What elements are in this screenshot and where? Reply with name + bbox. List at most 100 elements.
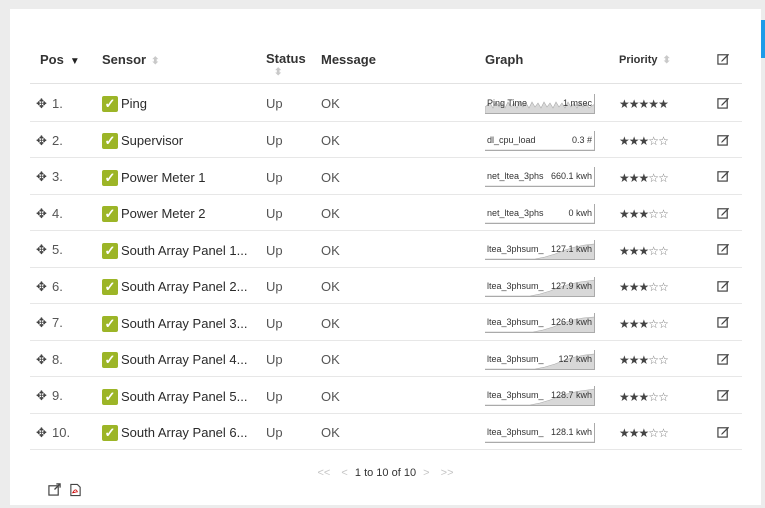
star-filled-icon[interactable]: ★	[639, 426, 650, 440]
priority-stars[interactable]: ★★★☆☆	[619, 317, 669, 331]
move-icon[interactable]: ✥	[36, 96, 48, 112]
star-empty-icon[interactable]: ☆	[658, 390, 669, 404]
sensor-name[interactable]: South Array Panel 2...	[121, 280, 247, 295]
table-row[interactable]: ✥ 4. ✓ Power Meter 2 Up OK net_ltea_3phs 0 kwh ★…	[30, 194, 742, 231]
star-filled-icon[interactable]: ★	[619, 171, 630, 185]
edit-icon[interactable]	[717, 242, 730, 255]
star-filled-icon[interactable]: ★	[619, 244, 630, 258]
move-icon[interactable]: ✥	[36, 206, 48, 222]
star-filled-icon[interactable]: ★	[619, 207, 630, 221]
move-icon[interactable]: ✥	[36, 133, 48, 149]
sensor-cell[interactable]: ✓ Supervisor	[102, 121, 266, 158]
star-filled-icon[interactable]: ★	[639, 390, 650, 404]
star-filled-icon[interactable]: ★	[619, 426, 630, 440]
star-filled-icon[interactable]: ★	[619, 134, 630, 148]
star-empty-icon[interactable]: ☆	[658, 134, 669, 148]
priority-stars[interactable]: ★★★☆☆	[619, 426, 669, 440]
sensor-cell[interactable]: ✓ South Array Panel 3...	[102, 303, 266, 341]
sensor-name[interactable]: South Array Panel 5...	[121, 389, 247, 404]
star-empty-icon[interactable]: ☆	[648, 353, 659, 367]
star-filled-icon[interactable]: ★	[639, 244, 650, 258]
column-sensor[interactable]: Sensor ⬍	[102, 39, 266, 84]
star-empty-icon[interactable]: ☆	[648, 207, 659, 221]
star-filled-icon[interactable]: ★	[648, 97, 659, 111]
sensor-cell[interactable]: ✓ South Array Panel 5...	[102, 376, 266, 414]
edit-icon[interactable]	[717, 133, 730, 146]
sensor-name[interactable]: Supervisor	[121, 134, 183, 149]
star-empty-icon[interactable]: ☆	[658, 171, 669, 185]
sensor-cell[interactable]: ✓ Power Meter 2	[102, 194, 266, 231]
table-row[interactable]: ✥ 7. ✓ South Array Panel 3... Up OK ltea_3phsu…	[30, 303, 742, 341]
move-icon[interactable]: ✥	[36, 388, 48, 404]
star-empty-icon[interactable]: ☆	[648, 171, 659, 185]
priority-stars[interactable]: ★★★★★	[619, 97, 669, 111]
priority-stars[interactable]: ★★★☆☆	[619, 134, 669, 148]
mini-graph[interactable]: net_ltea_3phs 0 kwh	[485, 203, 595, 224]
edit-icon[interactable]	[717, 52, 730, 65]
star-filled-icon[interactable]: ★	[619, 97, 630, 111]
mini-graph[interactable]: ltea_3phsum_ 127.9 kwh	[485, 276, 595, 297]
star-filled-icon[interactable]: ★	[619, 280, 630, 294]
column-priority[interactable]: Priority ⬍	[619, 39, 705, 84]
edit-icon[interactable]	[717, 206, 730, 219]
priority-stars[interactable]: ★★★☆☆	[619, 390, 669, 404]
star-filled-icon[interactable]: ★	[639, 353, 650, 367]
star-filled-icon[interactable]: ★	[629, 134, 640, 148]
star-filled-icon[interactable]: ★	[658, 97, 669, 111]
sensor-cell[interactable]: ✓ South Array Panel 2...	[102, 267, 266, 304]
star-empty-icon[interactable]: ☆	[658, 280, 669, 294]
mini-graph[interactable]: ltea_3phsum_ 127 kwh	[485, 349, 595, 370]
sensor-name[interactable]: Power Meter 1	[121, 170, 206, 185]
star-filled-icon[interactable]: ★	[639, 134, 650, 148]
star-filled-icon[interactable]: ★	[629, 97, 640, 111]
sensor-cell[interactable]: ✓ South Array Panel 6...	[102, 413, 266, 450]
table-row[interactable]: ✥ 2. ✓ Supervisor Up OK dl_cpu_load 0.3 # ★★★☆☆	[30, 121, 742, 158]
star-empty-icon[interactable]: ☆	[658, 244, 669, 258]
sensor-cell[interactable]: ✓ South Array Panel 1...	[102, 230, 266, 268]
move-icon[interactable]: ✥	[36, 315, 48, 331]
edit-icon[interactable]	[717, 315, 730, 328]
star-filled-icon[interactable]: ★	[639, 171, 650, 185]
move-icon[interactable]: ✥	[36, 425, 48, 441]
sensor-cell[interactable]: ✓ South Array Panel 4...	[102, 340, 266, 377]
star-filled-icon[interactable]: ★	[629, 244, 640, 258]
table-row[interactable]: ✥ 10. ✓ South Array Panel 6... Up OK ltea_3phs…	[30, 413, 742, 450]
move-icon[interactable]: ✥	[36, 279, 48, 295]
sensor-name[interactable]: South Array Panel 1...	[121, 243, 247, 258]
star-empty-icon[interactable]: ☆	[648, 426, 659, 440]
column-status[interactable]: Status ⬍	[266, 39, 321, 84]
mini-graph[interactable]: dl_cpu_load 0.3 #	[485, 130, 595, 151]
edit-icon[interactable]	[717, 96, 730, 109]
sensor-name[interactable]: South Array Panel 4...	[121, 353, 247, 368]
star-filled-icon[interactable]: ★	[619, 390, 630, 404]
mini-graph[interactable]: ltea_3phsum_ 126.9 kwh	[485, 313, 595, 334]
star-filled-icon[interactable]: ★	[619, 353, 630, 367]
table-row[interactable]: ✥ 9. ✓ South Array Panel 5... Up OK ltea_3phsu…	[30, 376, 742, 414]
star-filled-icon[interactable]: ★	[629, 207, 640, 221]
star-empty-icon[interactable]: ☆	[648, 244, 659, 258]
star-empty-icon[interactable]: ☆	[648, 390, 659, 404]
star-empty-icon[interactable]: ☆	[658, 426, 669, 440]
mini-graph[interactable]: ltea_3phsum_ 128.7 kwh	[485, 386, 595, 407]
column-edit[interactable]	[705, 39, 742, 84]
star-filled-icon[interactable]: ★	[619, 317, 630, 331]
sensor-cell[interactable]: ✓ Power Meter 1	[102, 157, 266, 195]
mini-graph[interactable]: ltea_3phsum_ 128.1 kwh	[485, 422, 595, 443]
edit-icon[interactable]	[717, 388, 730, 401]
edit-icon[interactable]	[717, 169, 730, 182]
table-row[interactable]: ✥ 6. ✓ South Array Panel 2... Up OK ltea_3phsu…	[30, 267, 742, 304]
table-row[interactable]: ✥ 1. ✓ Ping Up OK Ping Time 1 msec ★★★★★	[30, 83, 742, 122]
first-page-button[interactable]: <<	[317, 467, 330, 479]
star-empty-icon[interactable]: ☆	[648, 317, 659, 331]
edit-icon[interactable]	[717, 425, 730, 438]
star-empty-icon[interactable]: ☆	[648, 134, 659, 148]
star-filled-icon[interactable]: ★	[639, 280, 650, 294]
mini-graph[interactable]: Ping Time 1 msec	[485, 93, 595, 114]
table-row[interactable]: ✥ 3. ✓ Power Meter 1 Up OK net_ltea_3phs 660.1 …	[30, 157, 742, 195]
star-empty-icon[interactable]: ☆	[658, 207, 669, 221]
star-filled-icon[interactable]: ★	[629, 171, 640, 185]
star-filled-icon[interactable]: ★	[629, 280, 640, 294]
mini-graph[interactable]: ltea_3phsum_ 127.1 kwh	[485, 240, 595, 261]
mini-graph[interactable]: net_ltea_3phs 660.1 kwh	[485, 167, 595, 188]
star-filled-icon[interactable]: ★	[629, 317, 640, 331]
